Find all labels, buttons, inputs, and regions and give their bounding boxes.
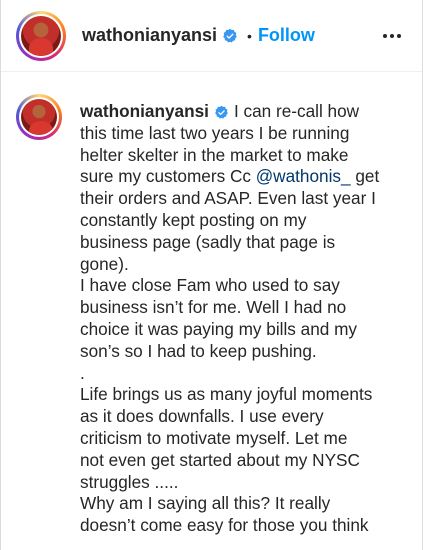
post-header: wathonianyansi • Follow [1, 0, 422, 72]
header-avatar[interactable] [16, 10, 66, 61]
header-username[interactable]: wathonianyansi [82, 25, 217, 46]
profile-photo [21, 99, 57, 135]
caption-line: choice it was paying my bills and my [80, 318, 358, 339]
caption-line: helter skelter in the market to make [80, 144, 349, 165]
caption-line: struggles ..... [80, 471, 179, 492]
more-options-icon[interactable] [380, 24, 404, 48]
verified-badge-icon [223, 28, 237, 43]
mention-link[interactable]: @wathonis_ [256, 166, 351, 186]
caption-line: Why am I saying all this? It really [80, 493, 331, 514]
caption-line: . [80, 362, 85, 383]
caption-line: criticism to motivate myself. Let me [80, 427, 348, 448]
caption-line: their orders and ASAP. Even last year I [80, 188, 376, 209]
caption-line: I have close Fam who used to say [80, 275, 340, 296]
profile-photo [21, 15, 61, 56]
follow-button[interactable]: Follow [258, 25, 315, 46]
caption-line: not even get started about my NYSC [80, 449, 360, 470]
caption-line: gone). [80, 253, 129, 274]
caption-text: wathonianyansi I can re-call how this tim… [80, 101, 412, 537]
caption-line: business page (sadly that page is [80, 231, 336, 252]
caption-line: sure my customers Cc @wathonis_ get [80, 166, 380, 187]
caption-line: Life brings us as many joyful moments [80, 384, 373, 405]
caption-line: wathonianyansi I can re-call how [80, 101, 360, 121]
post-caption: wathonianyansi I can re-call how this tim… [16, 94, 412, 537]
caption-avatar[interactable] [16, 94, 62, 140]
caption-line: as it does downfalls. I use every [80, 406, 324, 427]
caption-line: business isn’t for me. Well I had no [80, 297, 347, 318]
header-separator: • [247, 27, 252, 44]
caption-line: doesn’t come easy for those you think [80, 515, 369, 536]
caption-line: this time last two years I be running [80, 122, 350, 143]
caption-line: constantly kept posting on my [80, 209, 307, 230]
caption-username[interactable]: wathonianyansi [80, 101, 209, 121]
verified-badge-icon [215, 105, 228, 119]
caption-line: son’s so I had to keep pushing. [80, 340, 317, 361]
